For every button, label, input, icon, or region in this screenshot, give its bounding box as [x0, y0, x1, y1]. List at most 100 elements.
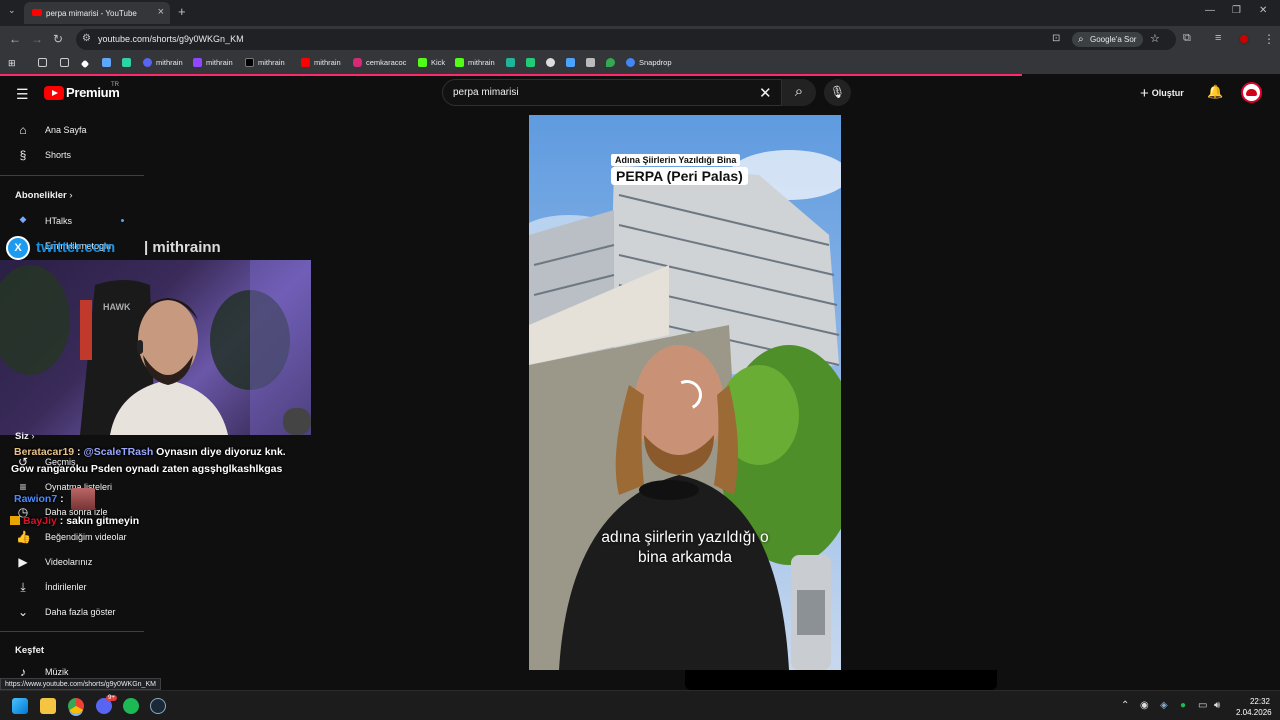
- chat-emote-icon: [70, 488, 95, 510]
- steam-icon[interactable]: [150, 698, 166, 714]
- sidebar-item-downloads[interactable]: ⤓ İndirilenler: [0, 576, 144, 598]
- window-close-icon[interactable]: ✕: [1259, 5, 1267, 16]
- sidebar-divider: [0, 175, 144, 176]
- discord-icon: [143, 58, 152, 67]
- back-icon[interactable]: ←: [9, 32, 21, 46]
- bookmark-icon-only-4[interactable]: [506, 58, 519, 67]
- voice-search-button[interactable]: 🎙: [824, 79, 851, 106]
- bookmark-twitch-mithrain[interactable]: mithrain: [193, 58, 233, 67]
- plus-icon: +: [1140, 85, 1149, 102]
- file-explorer-icon[interactable]: [40, 698, 56, 714]
- link-icon: [102, 58, 111, 67]
- sidebar-divider: [0, 631, 144, 632]
- webcam-image: HAWK: [0, 260, 311, 435]
- browser-tab[interactable]: perpa mimarisi - YouTube ×: [24, 2, 170, 24]
- bookmark-icon-only-6[interactable]: [546, 58, 559, 67]
- thumbs-up-icon: 👍: [16, 530, 31, 544]
- windows-start-icon[interactable]: [12, 698, 28, 714]
- tray-steam-icon[interactable]: ◈: [1160, 700, 1168, 711]
- bookmark-youtube-mithrain[interactable]: mithrain: [301, 58, 341, 67]
- kick-icon: [418, 58, 427, 67]
- bookmark-discord-mithrain[interactable]: mithrain: [143, 58, 183, 67]
- chevron-right-icon: ›: [69, 190, 73, 201]
- instagram-icon: [353, 58, 362, 67]
- bookmark-folder-1[interactable]: [38, 58, 51, 67]
- search-input[interactable]: perpa mimarisi: [453, 87, 519, 98]
- sidebar-item-your-videos[interactable]: ▶ Videolarınız: [0, 551, 144, 573]
- bookmark-icon-only-5[interactable]: [526, 58, 539, 67]
- chat-message: Beratacar19 : @ScaleTRash Oynasın diye d…: [14, 446, 286, 458]
- streamer-webcam: HAWK: [0, 260, 311, 435]
- sidebar-item-show-more[interactable]: ⌄ Daha fazla göster: [0, 601, 144, 623]
- search-icon: ⌕: [794, 83, 804, 100]
- music-note-icon: ♪: [20, 665, 26, 679]
- sidebar-item-home[interactable]: ⌂ Ana Sayfa: [0, 119, 144, 141]
- status-bar-url: https://www.youtube.com/shorts/g9y0WKGn_…: [0, 678, 161, 690]
- bookmark-icon-only-1[interactable]: [80, 58, 92, 69]
- discord-badge: 9+: [106, 695, 117, 701]
- download-icon: ⤓: [20, 580, 26, 594]
- bookmark-x-mithrain[interactable]: mithrain: [245, 58, 285, 67]
- reload-icon[interactable]: ↻: [53, 32, 63, 46]
- tray-spotify-icon[interactable]: ●: [1180, 700, 1186, 711]
- bookmark-icon-only-2[interactable]: [102, 58, 115, 67]
- bookmark-snapdrop[interactable]: Snapdrop: [626, 58, 672, 67]
- tray-overflow-icon[interactable]: ⌃: [1121, 700, 1129, 711]
- chat-message: BayJiy : sakın gitmeyin: [10, 515, 139, 527]
- address-bar[interactable]: ⚙ youtube.com/shorts/g9y0WKGn_KM ⊡ Googl…: [76, 29, 1176, 50]
- search-button[interactable]: ⌕: [782, 79, 816, 106]
- install-app-icon[interactable]: ⊡: [1052, 33, 1060, 44]
- bookmark-folder-2[interactable]: [60, 58, 73, 67]
- bookmark-instagram[interactable]: cemkaracoc: [353, 58, 406, 67]
- clear-search-icon[interactable]: ✕: [759, 84, 772, 102]
- bookmark-icon-only-7[interactable]: [566, 58, 579, 67]
- youtube-logo-icon[interactable]: [44, 86, 64, 100]
- new-tab-icon[interactable]: +: [178, 4, 186, 19]
- sidebar-you-header[interactable]: Siz ›: [15, 431, 35, 442]
- bookmark-icon-only-8[interactable]: [586, 58, 599, 67]
- site-info-icon[interactable]: ⚙: [82, 33, 91, 44]
- x-icon: [245, 58, 254, 67]
- mic-icon: 🎙: [829, 85, 846, 99]
- tray-discord-icon[interactable]: ◉: [1140, 700, 1149, 711]
- app-icon: [526, 58, 535, 67]
- sidebar-item-shorts[interactable]: § Shorts: [0, 144, 144, 166]
- twitch-icon: [193, 58, 202, 67]
- snapdrop-icon: [626, 58, 635, 67]
- sidebar-item-liked-videos[interactable]: 👍 Beğendiğim videolar: [0, 526, 144, 548]
- bookmark-kick[interactable]: Kick: [418, 58, 445, 67]
- sidebar-subscriptions-header[interactable]: Abonelikler ›: [15, 190, 73, 201]
- tab-close-icon[interactable]: ×: [158, 6, 164, 18]
- media-control-icon[interactable]: ≡: [1215, 32, 1221, 44]
- chrome-icon[interactable]: [68, 698, 84, 714]
- shorts-icon: §: [19, 148, 27, 162]
- forward-icon[interactable]: →: [31, 32, 43, 46]
- twitter-domain: twitter.com: [36, 239, 116, 256]
- menu-icon[interactable]: ☰: [16, 86, 29, 103]
- extensions-icon[interactable]: ⧉: [1183, 32, 1191, 45]
- bookmark-kick-mithrain[interactable]: mithrain: [455, 58, 495, 67]
- tab-search-icon[interactable]: ⌄: [8, 5, 16, 16]
- x-logo-icon: X: [6, 236, 30, 260]
- account-avatar[interactable]: [1241, 82, 1262, 103]
- apps-icon[interactable]: ⊞: [8, 58, 16, 69]
- address-url[interactable]: youtube.com/shorts/g9y0WKGn_KM: [98, 34, 244, 44]
- create-button[interactable]: + Oluştur: [1140, 85, 1184, 102]
- system-clock[interactable]: 22:32 2.04.2026: [1236, 696, 1272, 718]
- profile-icon[interactable]: [1238, 33, 1250, 45]
- browser-menu-icon[interactable]: ⋮: [1263, 32, 1275, 46]
- video-overlay-title: PERPA (Peri Palas): [611, 167, 748, 185]
- ask-google-button[interactable]: Google'a Sor: [1072, 32, 1144, 47]
- sidebar-item-htalks[interactable]: ◆ HTalks: [0, 210, 144, 232]
- network-icon[interactable]: ▭: [1198, 700, 1207, 711]
- notifications-bell-icon[interactable]: 🔔: [1207, 84, 1223, 100]
- spotify-icon[interactable]: [123, 698, 139, 714]
- minimize-icon[interactable]: —: [1205, 5, 1215, 16]
- bookmarks-bar: ⊞ mithrain mithrain mithrain mithrain ce…: [0, 52, 1280, 74]
- volume-icon[interactable]: 🔊︎: [1214, 700, 1220, 711]
- bookmark-icon-only-9[interactable]: [606, 58, 619, 67]
- restore-icon[interactable]: ❐: [1232, 5, 1241, 16]
- search-box[interactable]: perpa mimarisi ✕: [442, 79, 782, 106]
- bookmark-icon-only-3[interactable]: [122, 58, 135, 67]
- bookmark-star-icon[interactable]: ☆: [1150, 32, 1160, 45]
